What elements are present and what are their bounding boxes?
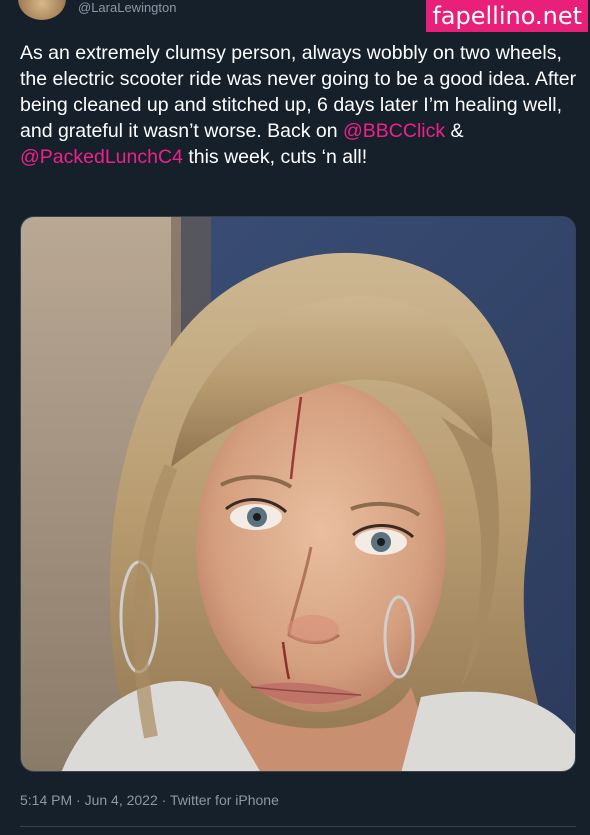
watermark-badge: fapellino.net <box>426 0 588 32</box>
divider <box>20 826 576 827</box>
tweet-text-part3: this week, cuts ‘n all! <box>182 146 368 168</box>
user-handle[interactable]: @LaraLewington <box>78 0 176 16</box>
tweet-timestamp[interactable]: 5:14 PM · Jun 4, 2022 · Twitter for iPho… <box>20 790 279 810</box>
avatar[interactable] <box>18 0 66 20</box>
tweet-photo[interactable] <box>20 216 576 772</box>
tweet-text-part1: As an extremely clumsy person, always wo… <box>20 42 577 142</box>
selfie-photo-image <box>21 217 575 771</box>
mention-packedlunchc4-link[interactable]: @PackedLunchC4 <box>20 146 183 168</box>
tweet-text: As an extremely clumsy person, always wo… <box>20 40 586 170</box>
tweet-text-part2: & <box>445 120 464 142</box>
mention-bbcclick-link[interactable]: @BBCClick <box>343 120 445 142</box>
